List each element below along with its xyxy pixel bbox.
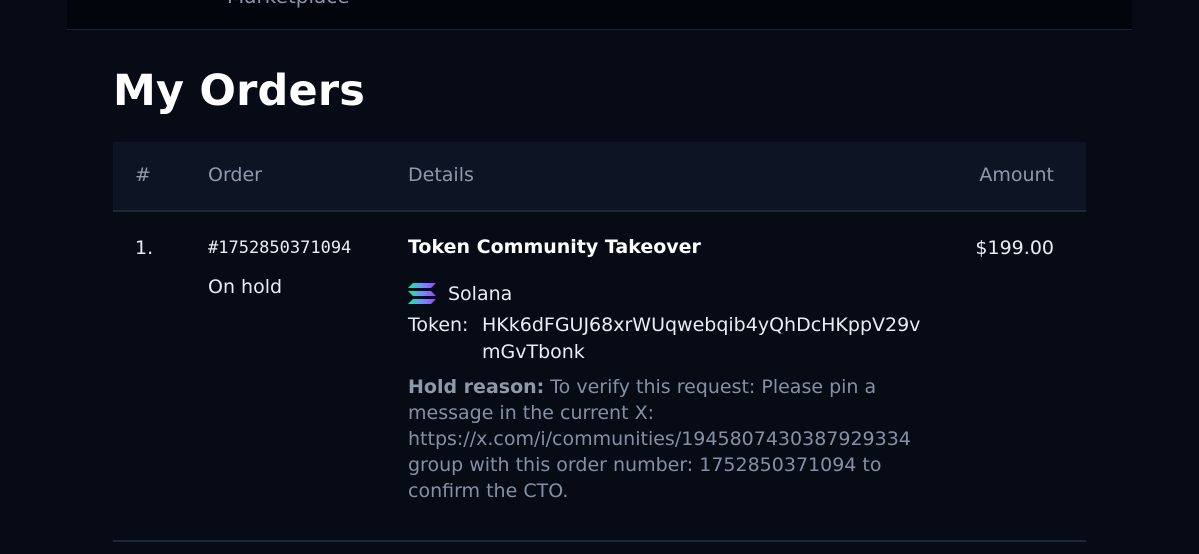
- orders-table: # Order Details Amount 1. #1752850371094…: [113, 142, 1086, 542]
- topbar-partial-text[interactable]: Marketplace: [227, 0, 350, 8]
- product-name: Token Community Takeover: [408, 236, 701, 258]
- chain-name: Solana: [448, 283, 513, 305]
- table-header: # Order Details Amount: [113, 142, 1086, 212]
- token-address: HKk6dFGUJ68xrWUqwebqib4yQhDcHKppV29vmGvT…: [482, 314, 921, 363]
- column-header-details: Details: [408, 164, 474, 186]
- top-navigation-bar: Marketplace: [67, 0, 1132, 30]
- column-header-amount: Amount: [979, 164, 1054, 186]
- column-header-number: #: [135, 164, 151, 186]
- chain-row: Solana: [408, 276, 948, 312]
- hold-reason-label: Hold reason:: [408, 376, 545, 398]
- order-number-link[interactable]: #1752850371094: [208, 238, 351, 258]
- page-title: My Orders: [113, 66, 366, 116]
- token-row: Token: HKk6dFGUJ68xrWUqwebqib4yQhDcHKppV…: [408, 312, 948, 366]
- order-amount: $199.00: [975, 237, 1054, 259]
- order-status: On hold: [208, 276, 283, 298]
- row-index: 1.: [135, 237, 154, 259]
- hold-reason: Hold reason: To verify this request: Ple…: [408, 374, 933, 504]
- token-label: Token:: [408, 314, 469, 336]
- solana-icon: [408, 283, 436, 304]
- table-row: 1. #1752850371094 On hold Token Communit…: [113, 212, 1086, 542]
- order-details: Token Community Takeover Solana Token: H…: [408, 236, 948, 504]
- column-header-order: Order: [208, 164, 262, 186]
